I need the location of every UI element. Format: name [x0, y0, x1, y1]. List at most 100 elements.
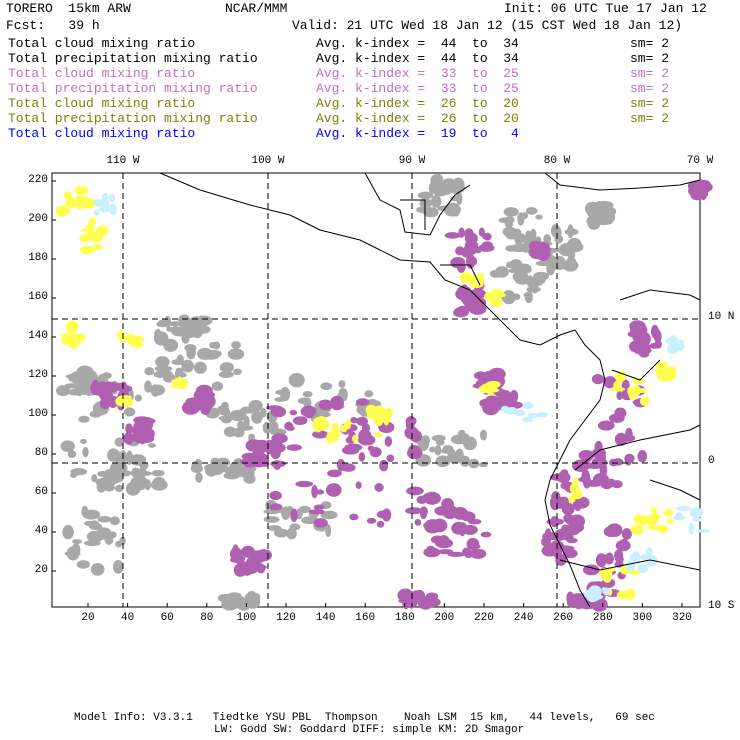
- gray-cloud-cell: [72, 539, 82, 545]
- yellow-cloud-cell: [91, 244, 104, 250]
- purple-cloud-cell: [292, 416, 308, 426]
- longitude-label: 70 W: [686, 155, 714, 167]
- purple-cloud-cell: [344, 443, 363, 452]
- yellow-cloud-cell: [654, 368, 666, 375]
- x-tick-label: 160: [355, 612, 376, 624]
- gray-cloud-cell: [550, 224, 560, 238]
- yellow-cloud-cell: [171, 379, 182, 384]
- purple-cloud-cell: [329, 395, 344, 411]
- gray-cloud-cell: [82, 446, 89, 458]
- lightblue-cloud-cell: [625, 560, 636, 572]
- purple-cloud-cell: [414, 518, 422, 526]
- gray-cloud-cell: [586, 215, 597, 227]
- purple-cloud-cell: [318, 399, 333, 411]
- purple-cloud-cell: [585, 479, 604, 487]
- gray-cloud-cell: [76, 560, 90, 569]
- gray-cloud-cell: [320, 382, 333, 391]
- yellow-cloud-cell: [116, 330, 126, 341]
- lightblue-cloud-cell: [698, 528, 710, 534]
- gray-cloud-cell: [195, 472, 203, 483]
- purple-cloud-cell: [594, 440, 603, 454]
- gray-cloud-cell: [548, 261, 563, 269]
- purple-cloud-cell: [366, 517, 377, 524]
- purple-cloud-cell: [550, 497, 561, 511]
- purple-cloud-cell: [565, 517, 582, 526]
- gray-cloud-cell: [139, 465, 147, 479]
- lightblue-cloud-cell: [675, 512, 683, 520]
- x-tick-label: 200: [434, 612, 455, 624]
- gray-cloud-cell: [495, 266, 509, 278]
- purple-cloud-cell: [300, 405, 317, 418]
- purple-cloud-cell: [695, 181, 706, 195]
- yellow-cloud-cell: [89, 216, 97, 226]
- y-tick-label: 60: [34, 486, 48, 498]
- gray-cloud-cell: [233, 368, 242, 376]
- gray-cloud-cell: [90, 563, 105, 576]
- purple-cloud-cell: [286, 425, 295, 431]
- purple-cloud-cell: [632, 333, 640, 342]
- purple-cloud-cell: [616, 391, 623, 401]
- purple-cloud-cell: [350, 416, 358, 424]
- purple-cloud-cell: [384, 436, 393, 447]
- x-tick-label: 40: [120, 612, 135, 624]
- gray-cloud-cell: [452, 206, 461, 214]
- gray-cloud-cell: [229, 409, 247, 422]
- gray-cloud-cell: [226, 596, 236, 610]
- gray-cloud-cell: [197, 347, 213, 360]
- gray-cloud-cell: [566, 241, 584, 253]
- lightblue-cloud-cell: [692, 517, 702, 522]
- purple-cloud-cell: [245, 556, 261, 570]
- purple-cloud-cell: [468, 303, 487, 315]
- gray-cloud-cell: [501, 290, 516, 305]
- purple-cloud-cell: [455, 246, 465, 256]
- yellow-cloud-cell: [333, 422, 339, 434]
- purple-cloud-cell: [325, 483, 342, 497]
- purple-cloud-cell: [313, 504, 325, 510]
- gray-cloud-cell: [67, 450, 77, 459]
- gray-cloud-cell: [221, 401, 229, 410]
- gray-cloud-cell: [338, 380, 346, 388]
- purple-cloud-cell: [650, 324, 659, 339]
- gray-cloud-cell: [219, 362, 234, 373]
- gray-cloud-cell: [231, 341, 241, 349]
- lightblue-cloud-cell: [98, 206, 113, 213]
- purple-cloud-cell: [416, 495, 428, 504]
- yellow-cloud-cell: [61, 334, 72, 346]
- gray-cloud-cell: [193, 361, 207, 374]
- yellow-cloud-cell: [328, 437, 340, 442]
- yellow-cloud-cell: [618, 590, 634, 597]
- gray-cloud-cell: [243, 473, 256, 484]
- gray-cloud-cell: [112, 559, 124, 574]
- gray-cloud-cell: [598, 200, 614, 210]
- purple-cloud-cell: [355, 481, 362, 490]
- purple-cloud-cell: [133, 416, 151, 424]
- gray-cloud-cell: [428, 446, 436, 453]
- x-tick-label: 140: [315, 612, 336, 624]
- gray-cloud-cell: [524, 291, 533, 304]
- gray-cloud-cell: [81, 505, 89, 518]
- y-tick-label: 160: [28, 291, 48, 303]
- purple-cloud-cell: [560, 469, 569, 475]
- purple-cloud-cell: [295, 480, 314, 488]
- gray-cloud-cell: [183, 324, 197, 339]
- gray-cloud-cell: [65, 373, 82, 380]
- yellow-cloud-cell: [639, 396, 650, 406]
- gray-cloud-cell: [97, 516, 112, 523]
- purple-cloud-cell: [90, 381, 101, 396]
- yellow-cloud-cell: [630, 524, 644, 535]
- x-tick-label: 260: [553, 612, 574, 624]
- x-tick-label: 300: [632, 612, 653, 624]
- purple-cloud-cell: [376, 520, 385, 528]
- yellow-cloud-cell: [68, 325, 75, 336]
- purple-cloud-cell: [125, 423, 133, 435]
- x-tick-label: 60: [160, 612, 174, 624]
- purple-cloud-cell: [452, 506, 469, 520]
- gray-cloud-cell: [227, 348, 245, 360]
- gray-cloud-cell: [169, 321, 181, 327]
- purple-cloud-cell: [381, 508, 392, 522]
- purple-cloud-cell: [483, 232, 492, 241]
- purple-cloud-cell: [475, 293, 484, 299]
- gray-cloud-cell: [164, 315, 172, 329]
- gray-cloud-cell: [60, 440, 75, 452]
- gray-cloud-cell: [223, 426, 237, 438]
